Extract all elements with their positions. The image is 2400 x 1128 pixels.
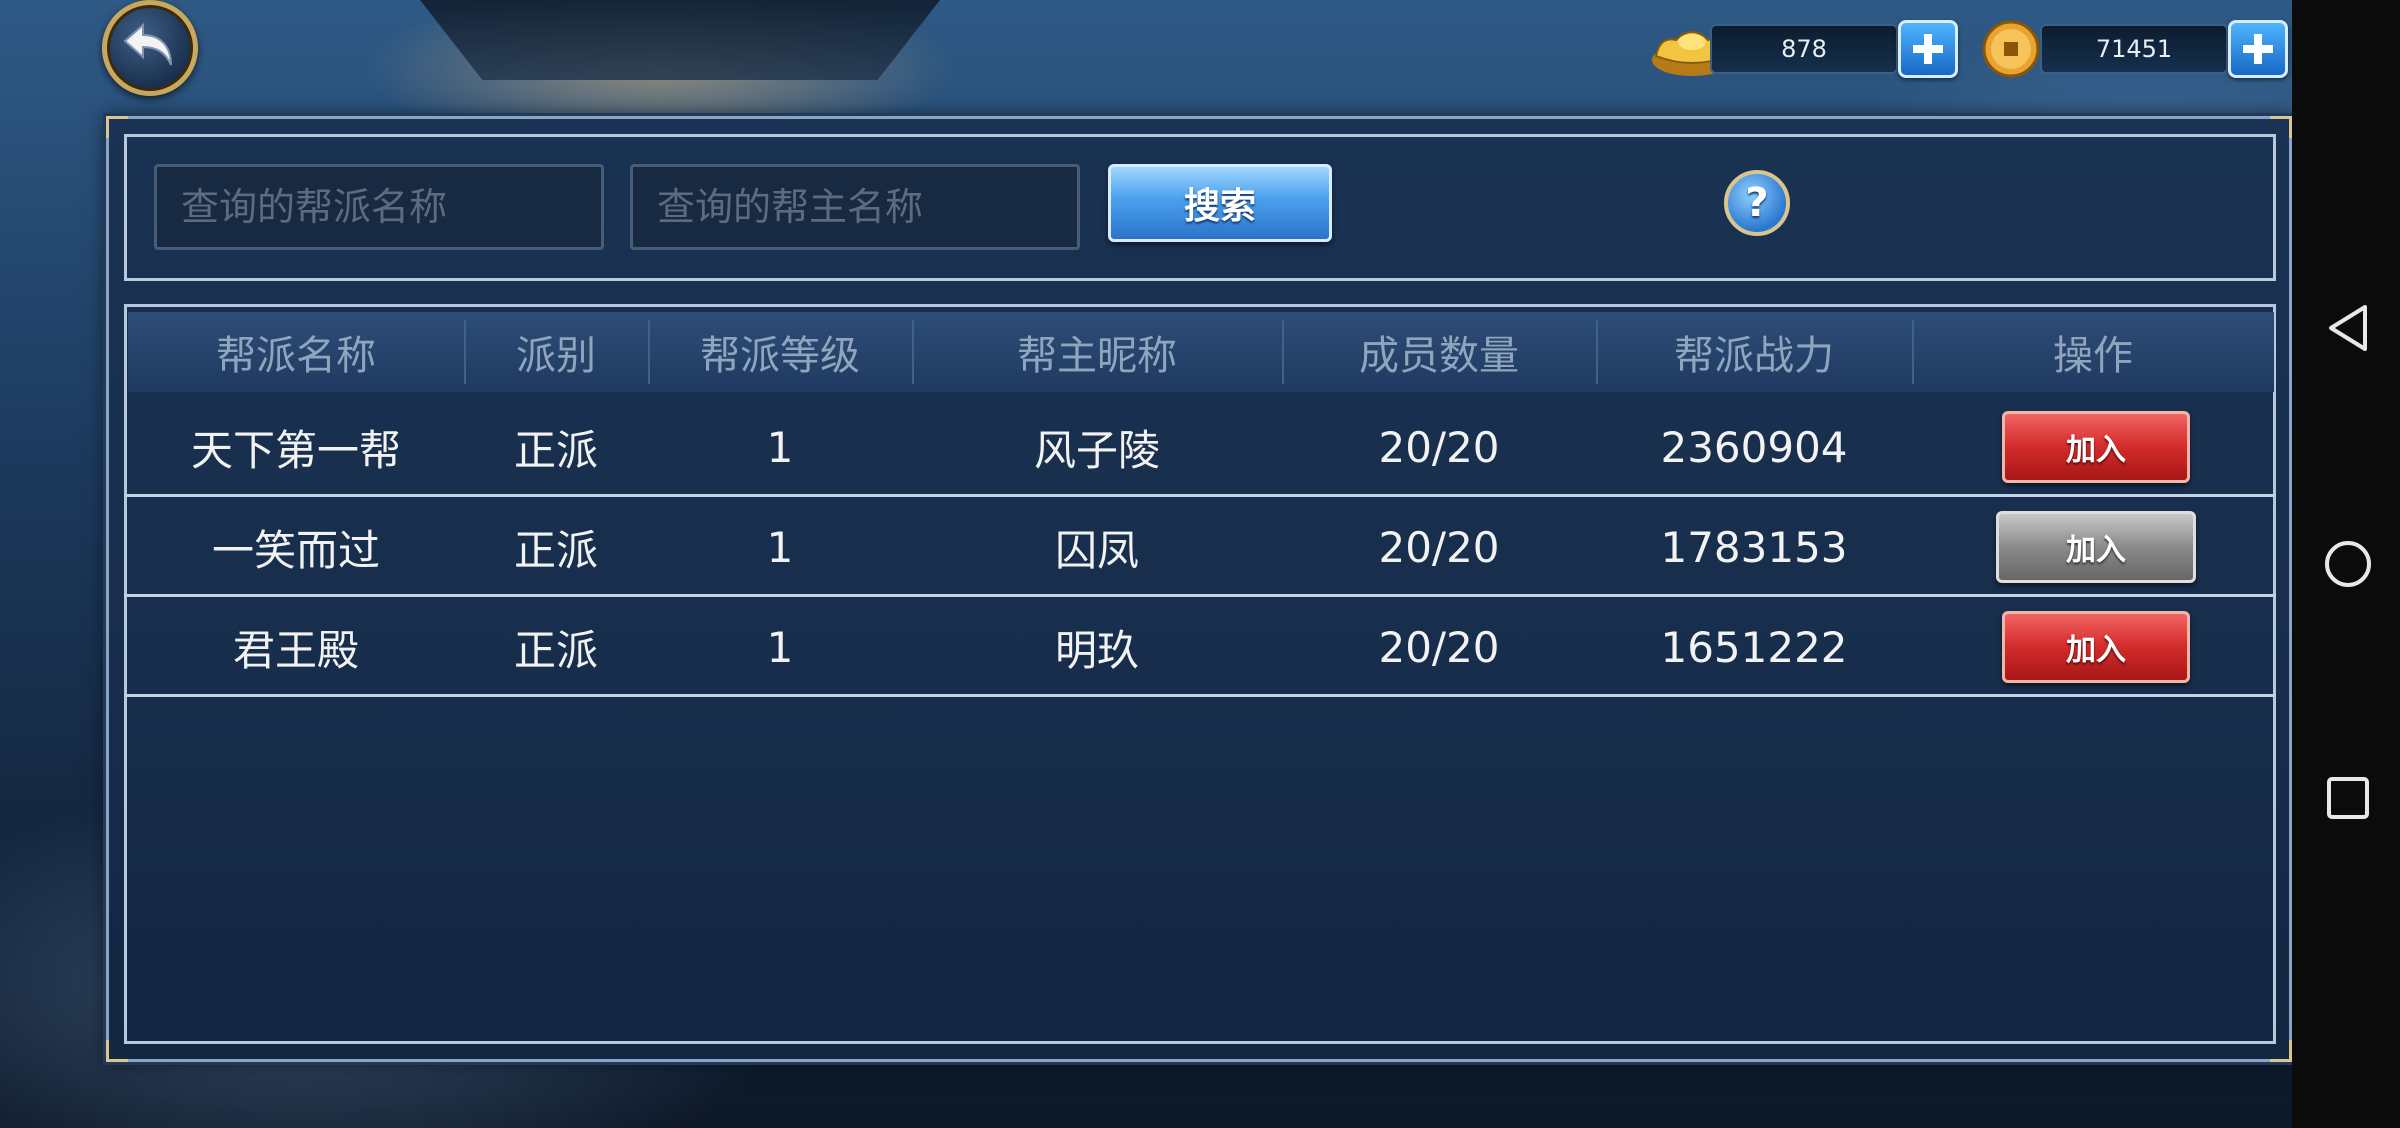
gold-currency: 878	[1650, 18, 1960, 80]
search-button[interactable]: 搜索	[1108, 164, 1332, 242]
level-cell: 1	[766, 422, 794, 472]
leader-cell: 囚凤	[1054, 525, 1139, 575]
header-faction: 派别	[516, 333, 596, 379]
system-nav-bar	[2292, 0, 2400, 1128]
header-power: 帮派战力	[1674, 333, 1834, 379]
back-arrow-icon	[121, 19, 179, 77]
members-cell: 20/20	[1378, 522, 1500, 572]
faction-cell: 正派	[513, 525, 598, 575]
members-cell: 20/20	[1378, 422, 1500, 472]
add-copper-button[interactable]	[2228, 20, 2288, 78]
power-cell: 2360904	[1660, 422, 1848, 472]
faction-cell: 正派	[513, 625, 598, 675]
nav-home-button[interactable]	[2322, 538, 2374, 590]
help-icon[interactable]: ?	[1724, 170, 1790, 236]
table-row: 一笑而过 正派 1 囚凤 20/20 1783153 加入	[124, 497, 2276, 597]
table-row: 天下第一帮 正派 1 风子陵 20/20 2360904 加入	[124, 397, 2276, 497]
members-cell: 20/20	[1378, 622, 1500, 672]
coin-icon	[1980, 18, 2042, 84]
guild-name-cell: 一笑而过	[211, 525, 380, 575]
copper-currency: 71451	[1980, 18, 2290, 80]
back-button[interactable]	[102, 0, 198, 96]
join-button[interactable]: 加入	[2002, 611, 2190, 683]
faction-cell: 正派	[513, 425, 598, 475]
leader-name-search-input[interactable]	[630, 164, 1080, 250]
header-members: 成员数量	[1359, 333, 1519, 379]
header-action: 操作	[2053, 333, 2133, 379]
copper-amount: 71451	[2040, 24, 2228, 74]
circle-home-icon	[2325, 541, 2371, 587]
search-frame-left	[124, 134, 127, 281]
search-frame-top	[124, 134, 2276, 137]
search-frame-bottom	[124, 278, 2276, 281]
power-cell: 1783153	[1660, 522, 1848, 572]
power-cell: 1651222	[1660, 622, 1848, 672]
plus-icon	[1913, 34, 1943, 64]
table-row: 君王殿 正派 1 明玖 20/20 1651222 加入	[124, 597, 2276, 697]
header-leader: 帮主昵称	[1017, 333, 1177, 379]
nav-back-button[interactable]	[2322, 302, 2374, 354]
header-guild-name: 帮派名称	[216, 333, 376, 379]
square-recents-icon	[2327, 777, 2369, 819]
guild-name-cell: 君王殿	[232, 625, 359, 675]
table-frame-top	[124, 304, 2276, 307]
join-button-disabled[interactable]: 加入	[1996, 511, 2196, 583]
table-frame-bottom	[124, 1041, 2276, 1044]
triangle-back-icon	[2329, 305, 2367, 351]
join-button[interactable]: 加入	[2002, 411, 2190, 483]
guild-name-cell: 天下第一帮	[190, 425, 401, 475]
header-level: 帮派等级	[700, 333, 860, 379]
nav-recents-button[interactable]	[2322, 772, 2374, 824]
level-cell: 1	[766, 522, 794, 572]
add-gold-button[interactable]	[1898, 20, 1958, 78]
table-header: 帮派名称 派别 帮派等级 帮主昵称 成员数量 帮派战力 操作	[128, 312, 2274, 392]
leader-cell: 明玖	[1054, 625, 1139, 675]
level-cell: 1	[766, 622, 794, 672]
plus-icon	[2243, 34, 2273, 64]
guild-name-search-input[interactable]	[154, 164, 604, 250]
leader-cell: 风子陵	[1033, 425, 1160, 475]
background-pavilion	[420, 0, 940, 80]
gold-amount: 878	[1710, 24, 1898, 74]
search-frame-right	[2273, 134, 2276, 281]
